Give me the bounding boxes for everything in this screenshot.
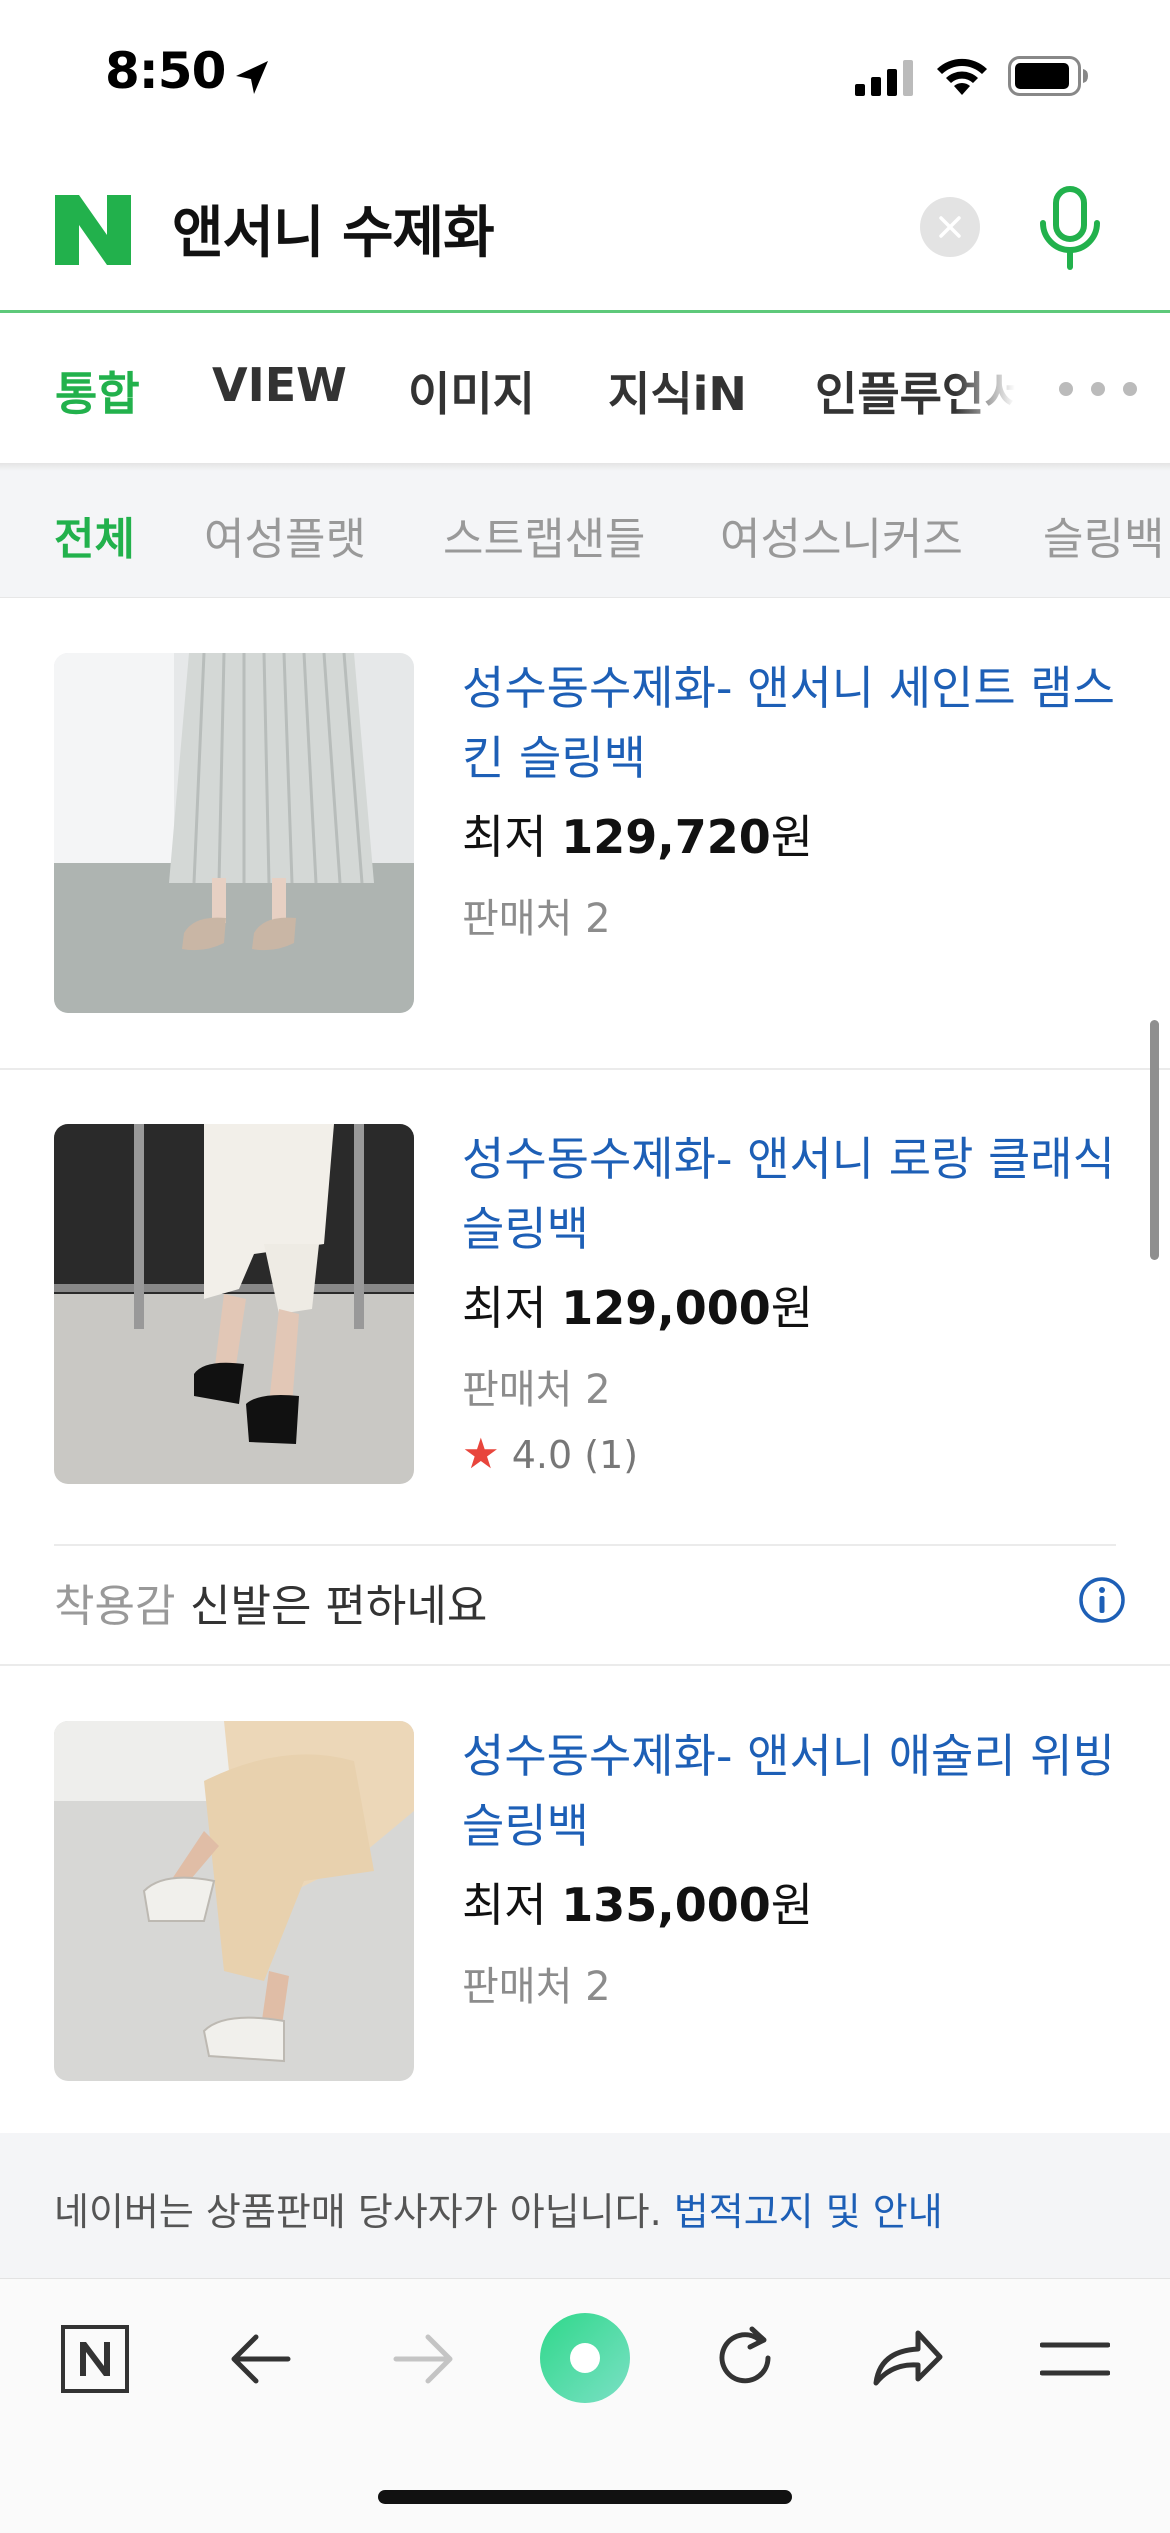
product-price: 최저 129,720원 xyxy=(462,801,813,867)
back-icon[interactable] xyxy=(228,2329,292,2389)
product-sellers[interactable]: 판매처 2 xyxy=(462,1954,611,2012)
product-price: 최저 129,000원 xyxy=(462,1272,813,1338)
legal-notice: 네이버는 상품판매 당사자가 아닙니다. 법적고지 및 안내 xyxy=(0,2133,1170,2278)
category-slingback[interactable]: 슬링백 xyxy=(1043,503,1164,567)
category-strap-sandals[interactable]: 스트랩샌들 xyxy=(443,503,645,567)
price-prefix: 최저 xyxy=(462,1281,547,1335)
green-dot-icon[interactable] xyxy=(538,2311,632,2405)
review-snippet[interactable]: 착용감 신발은 편하네요 xyxy=(0,1544,1170,1664)
rating-count: (1) xyxy=(584,1433,639,1477)
naver-logo[interactable] xyxy=(55,195,131,265)
star-icon: ★ xyxy=(462,1429,500,1478)
status-time: 8:50 xyxy=(105,42,226,100)
product-title[interactable]: 성수동수제화- 앤서니 로랑 클래식 슬링백 xyxy=(462,1124,1122,1264)
home-indicator[interactable] xyxy=(378,2490,792,2504)
product-image[interactable] xyxy=(54,1721,414,2081)
product-item[interactable]: 성수동수제화- 앤서니 세인트 램스킨 슬링백 최저 129,720원 판매처 … xyxy=(0,653,1170,1068)
legal-notice-body: 네이버는 상품판매 당사자가 아닙니다. xyxy=(54,2190,662,2234)
tab-all[interactable]: 통합 xyxy=(55,358,140,424)
product-title[interactable]: 성수동수제화- 앤서니 애슐리 위빙 슬링백 xyxy=(462,1721,1122,1861)
more-icon[interactable] xyxy=(1058,381,1138,397)
tab-knowledge-in[interactable]: 지식iN xyxy=(608,358,747,424)
price-value: 129,720 xyxy=(561,810,771,864)
share-icon[interactable] xyxy=(872,2325,944,2389)
price-unit: 원 xyxy=(770,810,814,864)
info-icon[interactable] xyxy=(1078,1576,1126,1624)
product-item[interactable]: 성수동수제화- 앤서니 애슐리 위빙 슬링백 최저 135,000원 판매처 2 xyxy=(0,1721,1170,2131)
menu-icon[interactable] xyxy=(1040,2339,1110,2379)
divider xyxy=(0,1068,1170,1070)
clear-icon xyxy=(939,216,961,238)
price-unit: 원 xyxy=(770,1878,814,1932)
price-prefix: 최저 xyxy=(462,810,547,864)
product-image[interactable] xyxy=(54,1124,414,1484)
product-sellers[interactable]: 판매처 2 xyxy=(462,1357,611,1415)
tab-influencer[interactable]: 인플루언서 xyxy=(815,358,1015,424)
battery-icon xyxy=(1008,56,1088,96)
tab-images[interactable]: 이미지 xyxy=(408,358,535,424)
tab-view[interactable]: VIEW xyxy=(212,358,347,412)
product-price: 최저 135,000원 xyxy=(462,1869,813,1935)
product-sellers[interactable]: 판매처 2 xyxy=(462,886,611,944)
signal-icon xyxy=(855,60,913,96)
price-value: 135,000 xyxy=(561,1878,771,1932)
price-value: 129,000 xyxy=(561,1281,771,1335)
review-text: 신발은 편하네요 xyxy=(190,1581,488,1632)
wifi-icon xyxy=(937,58,987,95)
tabs-shadow xyxy=(0,463,1170,471)
mic-icon[interactable] xyxy=(1035,185,1105,275)
divider xyxy=(0,1664,1170,1666)
location-arrow-icon xyxy=(236,61,268,94)
product-rating[interactable]: ★ 4.0 (1) xyxy=(462,1429,638,1478)
price-unit: 원 xyxy=(770,1281,814,1335)
legal-notice-link[interactable]: 법적고지 및 안내 xyxy=(674,2190,943,2234)
legal-notice-text: 네이버는 상품판매 당사자가 아닙니다. 법적고지 및 안내 xyxy=(54,2181,943,2236)
product-title[interactable]: 성수동수제화- 앤서니 세인트 램스킨 슬링백 xyxy=(462,653,1122,793)
search-tabs: 통합 VIEW 이미지 지식iN 인플루언서 xyxy=(0,313,1170,463)
price-prefix: 최저 xyxy=(462,1878,547,1932)
category-filter-bar: 전체 여성플랫 스트랩샌들 여성스니커즈 슬링백 xyxy=(0,471,1170,598)
rating-value: 4.0 xyxy=(511,1433,573,1477)
category-women-sneakers[interactable]: 여성스니커즈 xyxy=(720,503,963,567)
product-image[interactable] xyxy=(54,653,414,1013)
forward-icon[interactable] xyxy=(392,2329,456,2389)
review-label: 착용감 xyxy=(54,1581,176,1632)
search-input[interactable]: 앤서니 수제화 xyxy=(172,188,495,269)
product-item[interactable]: 성수동수제화- 앤서니 로랑 클래식 슬링백 최저 129,000원 판매처 2… xyxy=(0,1124,1170,1544)
clear-search-button[interactable] xyxy=(920,197,980,257)
naver-home-icon[interactable] xyxy=(60,2324,130,2394)
status-bar: 8:50 xyxy=(0,0,1170,150)
category-women-flat[interactable]: 여성플랫 xyxy=(204,503,366,567)
scrollbar[interactable] xyxy=(1150,1020,1159,1260)
reload-icon[interactable] xyxy=(710,2323,780,2393)
category-all[interactable]: 전체 xyxy=(54,503,135,567)
search-bar: 앤서니 수제화 xyxy=(0,150,1170,313)
